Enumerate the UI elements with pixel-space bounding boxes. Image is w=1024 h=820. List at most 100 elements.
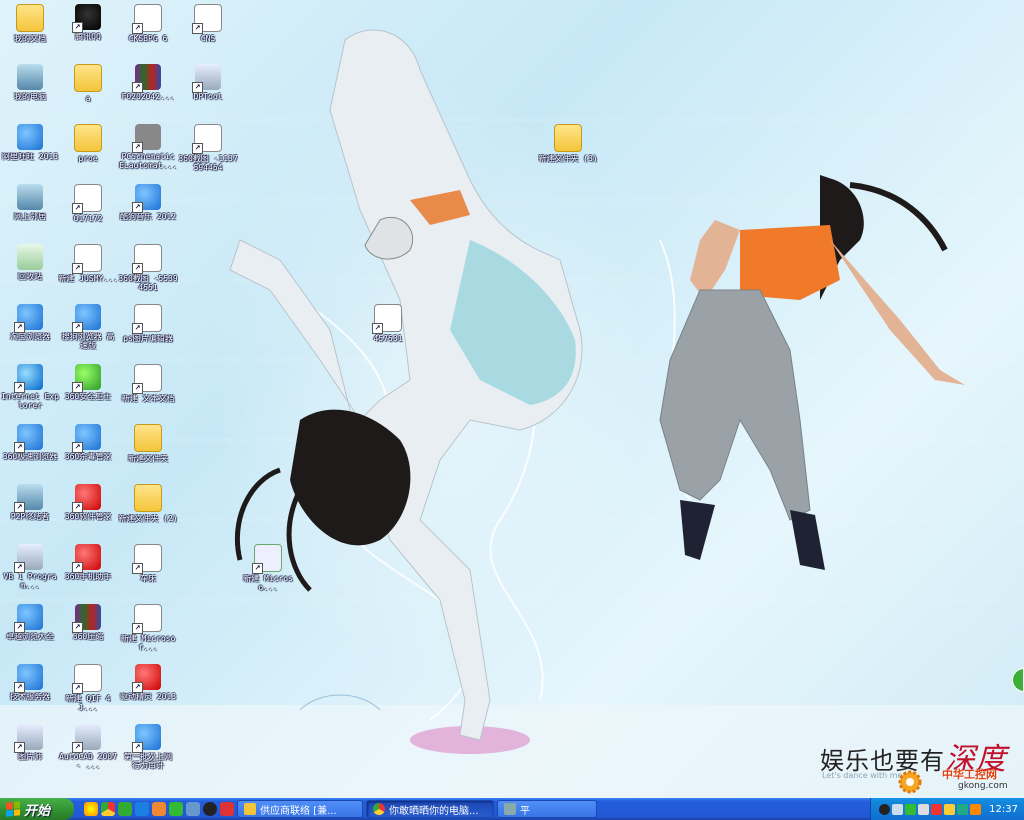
shield-icon: ↗ [72,364,101,393]
shortcut-arrow-icon: ↗ [132,563,143,574]
tray-shield-icon[interactable] [957,803,969,815]
ql-safe-icon[interactable] [169,802,183,816]
shortcut-arrow-icon: ↗ [14,622,25,633]
desktop-icon[interactable]: ↗ VB 1 Program... [0,544,60,604]
desktop-icon[interactable]: ↗ 卓越浏览大全 [0,604,60,664]
tray-update-icon[interactable] [970,803,982,815]
tray-antivirus-icon[interactable] [931,803,943,815]
shortcut-arrow-icon: ↗ [72,683,83,694]
desktop-icon[interactable]: ↗ 图片师 [0,724,60,784]
desktop-icon[interactable]: 我的电脑 [0,64,60,124]
desktop-icon[interactable]: ↗ AutoCAD 2007 - ... [58,724,118,784]
ql-chat-icon[interactable] [220,802,234,816]
desktop-icon[interactable]: ↗ 360杀毒管家 [58,424,118,484]
text-file-icon: ↗ [132,364,162,394]
desktop-icon[interactable]: ↗ 搜狗浏览器 高速版 [58,304,118,364]
desktop-icon[interactable]: ↗ 驱动精灵 2013 [118,664,178,724]
tray-qq-icon[interactable] [879,803,891,815]
document-icon: ↗ [372,304,402,334]
desktop-icon[interactable]: 网上邻居 [0,184,60,244]
shortcut-arrow-icon: ↗ [72,322,83,333]
shortcut-arrow-icon: ↗ [72,263,83,274]
desktop-icon[interactable]: ↗ 车床 [118,544,178,604]
desktop-icon[interactable]: ↗ 新建 QIF 4J... [58,664,118,724]
desktop-icon[interactable]: 新建文件夹 (2) [118,484,178,544]
desktop-icon[interactable]: ↗ 酷狗音乐 2012 [118,184,178,244]
desktop-icon[interactable]: ↗ 新建 Microso... [238,544,298,604]
desktop-icon[interactable]: 我的文档 [0,4,60,64]
desktop-icon[interactable]: ↗ 017172 [58,184,118,244]
desktop-icon[interactable]: ↗ 腾讯QQ [58,4,118,64]
desktop-icon[interactable]: ↗ 360手机助手 [58,544,118,604]
archive-icon: ↗ [132,64,161,93]
shortcut-arrow-icon: ↗ [72,382,83,393]
ql-media-icon[interactable] [152,802,166,816]
shortcut-arrow-icon: ↗ [14,742,25,753]
desktop-icon[interactable]: ↗ CKSBPG 6 [118,4,178,64]
desktop-icon[interactable]: ↗ 360软件管家 [58,484,118,544]
document-icon: ↗ [132,304,162,334]
desktop-icon[interactable]: ↗ 457531 [358,304,418,364]
desktop-icon-label: 技术服务器 [10,692,50,701]
desktop-icon[interactable]: ↗ F0202042... [118,64,178,124]
shortcut-arrow-icon: ↗ [132,742,143,753]
ql-chrome-icon[interactable] [101,802,115,816]
desktop-icon-label: 360极速浏览器 [2,452,58,461]
desktop-icon[interactable]: ↗ PCSchematic ELautomat... [118,124,178,184]
desktop-icon[interactable]: a [58,64,118,124]
shortcut-arrow-icon: ↗ [192,82,203,93]
desktop-icon[interactable]: ↗ DPTool [178,64,238,124]
ql-360-icon[interactable] [118,802,132,816]
desktop-icon[interactable]: ↗ 360安全卫士 [58,364,118,424]
desktop-icon[interactable]: ↗ 360压缩 [58,604,118,664]
document-icon: ↗ [132,244,162,274]
desktop-icon[interactable]: ↗ 360截图 -55394551 [118,244,178,304]
driver-icon: ↗ [132,664,161,693]
excel-doc-icon: ↗ [252,544,282,574]
shortcut-arrow-icon: ↗ [72,502,83,513]
desktop-icon[interactable]: ↗ 新建 Microsof... [118,604,178,664]
desktop-icon[interactable]: ↗ 技术服务器 [0,664,60,724]
archive-icon: ↗ [72,604,101,633]
desktop-icon-label: proe [78,154,98,163]
tray-360-icon[interactable] [905,803,917,815]
ql-qq-icon[interactable] [203,802,217,816]
desktop-icon[interactable]: ↗ Internet Explorer [0,364,60,424]
tray-ime-icon[interactable] [944,803,956,815]
desktop-icon[interactable]: ↗ P2P终结者 [0,484,60,544]
desktop-icon[interactable]: 新建文件夹 (3) [538,124,598,184]
qq-icon: ↗ [72,4,101,33]
shortcut-arrow-icon: ↗ [14,562,25,573]
aliwangwang-icon [17,124,43,150]
sogou-icon: ↗ [72,304,101,333]
tray-network-icon[interactable] [892,803,904,815]
task-supplier-contact[interactable]: 供应商联络 [兼... [237,800,363,818]
desktop-icon[interactable]: 回收站 [0,244,60,304]
ql-ie-icon[interactable] [135,802,149,816]
taskbar-clock[interactable]: 12:37 [989,804,1018,815]
ql-show-desktop-icon[interactable] [186,802,200,816]
desktop-icon[interactable]: proe [58,124,118,184]
desktop-icon[interactable]: 新建文件夹 [118,424,178,484]
desktop-icon[interactable]: ↗ 第一批次上网 行为审计 [118,724,178,784]
tray-volume-icon[interactable] [918,803,930,815]
ql-browser-icon[interactable] [84,802,98,816]
task-browser-window[interactable]: 你敢晒晒你的电脑... [366,800,494,818]
document-icon: ↗ [132,544,162,574]
desktop-icon[interactable]: ↗ ps图片编辑器 [118,304,178,364]
desktop-icon-label: F0202042... [121,92,175,101]
network-icon: ↗ [14,484,43,513]
shortcut-arrow-icon: ↗ [132,383,143,394]
desktop-icon[interactable]: ↗ 360截图 -1137594454 [178,124,238,184]
desktop-icon[interactable]: ↗ 新建 JUSMY... [58,244,118,304]
task-window-3[interactable]: 平 [497,800,597,818]
desktop-icon[interactable]: ↗ 淘宝浏览器 [0,304,60,364]
shortcut-arrow-icon: ↗ [132,623,143,634]
desktop-icon[interactable]: ↗ 新建 文本文档 [118,364,178,424]
desktop-icon[interactable]: ↗ CNS [178,4,238,64]
desktop-icon[interactable]: ↗ 360极速浏览器 [0,424,60,484]
desktop-icon[interactable]: 阿里旺旺 2013 [0,124,60,184]
start-button[interactable]: 开始 [0,798,74,820]
desktop-icon-label: PCSchematic ELautomat... [119,152,177,170]
desktop-icon-label: 360截图 -1137594454 [178,154,238,172]
